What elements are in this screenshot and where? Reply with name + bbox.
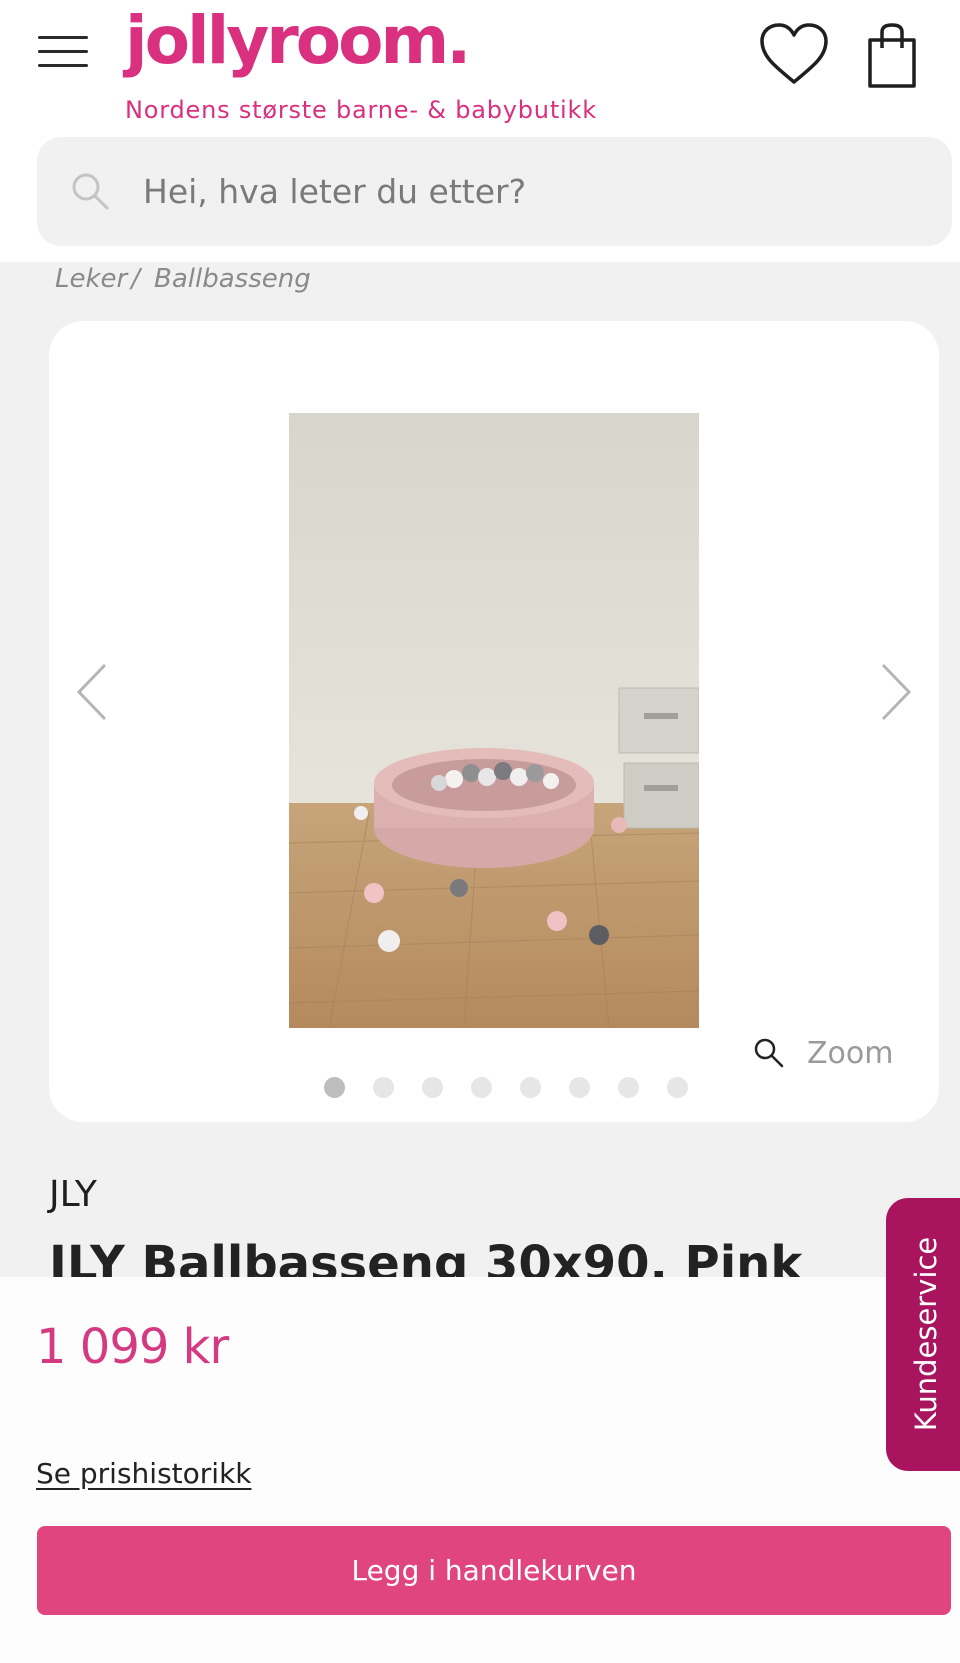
gallery-dot[interactable] <box>520 1077 541 1098</box>
menu-icon-line <box>38 36 88 39</box>
breadcrumb-link-leker[interactable]: Leker <box>55 264 127 294</box>
wishlist-button[interactable] <box>758 22 830 88</box>
gallery-dot[interactable] <box>373 1077 394 1098</box>
gallery-dot[interactable] <box>569 1077 590 1098</box>
product-title: JLY Ballbasseng 30x90, Pink <box>49 1236 803 1278</box>
menu-icon-line <box>38 64 88 67</box>
product-brand[interactable]: JLY <box>49 1174 97 1215</box>
menu-icon-line <box>38 50 88 53</box>
gallery-dot[interactable] <box>324 1077 345 1098</box>
gallery-dot[interactable] <box>667 1077 688 1098</box>
search-input[interactable] <box>143 165 903 217</box>
heart-icon <box>760 23 828 84</box>
product-image[interactable] <box>289 413 699 1028</box>
menu-button[interactable] <box>38 36 88 70</box>
breadcrumb-separator: / <box>131 264 140 294</box>
shopping-bag-icon <box>868 23 916 88</box>
add-to-cart-button[interactable]: Legg i handlekurven <box>37 1526 951 1615</box>
gallery-dot[interactable] <box>471 1077 492 1098</box>
site-logo[interactable]: jollyroom. <box>125 8 471 74</box>
product-photo <box>289 413 699 1028</box>
gallery-dot[interactable] <box>422 1077 443 1098</box>
customer-service-tab[interactable]: Kundeservice <box>886 1198 960 1471</box>
gallery-next-button[interactable] <box>871 657 919 727</box>
product-price: 1 099 kr <box>36 1319 229 1375</box>
gallery-dot[interactable] <box>618 1077 639 1098</box>
gallery-pagination <box>49 1077 939 1107</box>
breadcrumb: Leker / Ballbasseng <box>55 264 311 294</box>
zoom-icon <box>754 1038 784 1068</box>
site-header: jollyroom. Nordens største barne- & baby… <box>0 0 960 262</box>
chevron-left-icon <box>76 663 107 721</box>
zoom-label: Zoom <box>807 1035 894 1071</box>
site-tagline: Nordens største barne- & babybutikk <box>125 96 597 124</box>
product-gallery: Zoom <box>49 321 939 1122</box>
search-bar[interactable] <box>37 137 952 246</box>
chevron-right-icon <box>881 663 912 721</box>
customer-service-label: Kundeservice <box>909 1236 943 1432</box>
price-history-link[interactable]: Se prishistorikk <box>36 1457 252 1490</box>
breadcrumb-link-ballbasseng[interactable]: Ballbasseng <box>154 264 311 294</box>
buy-panel: 1 099 kr Se prishistorikk Legg i handlek… <box>0 1277 960 1663</box>
cart-button-header[interactable] <box>866 22 918 90</box>
zoom-button[interactable]: Zoom <box>753 1033 893 1073</box>
search-icon <box>72 173 109 210</box>
gallery-prev-button[interactable] <box>69 657 117 727</box>
